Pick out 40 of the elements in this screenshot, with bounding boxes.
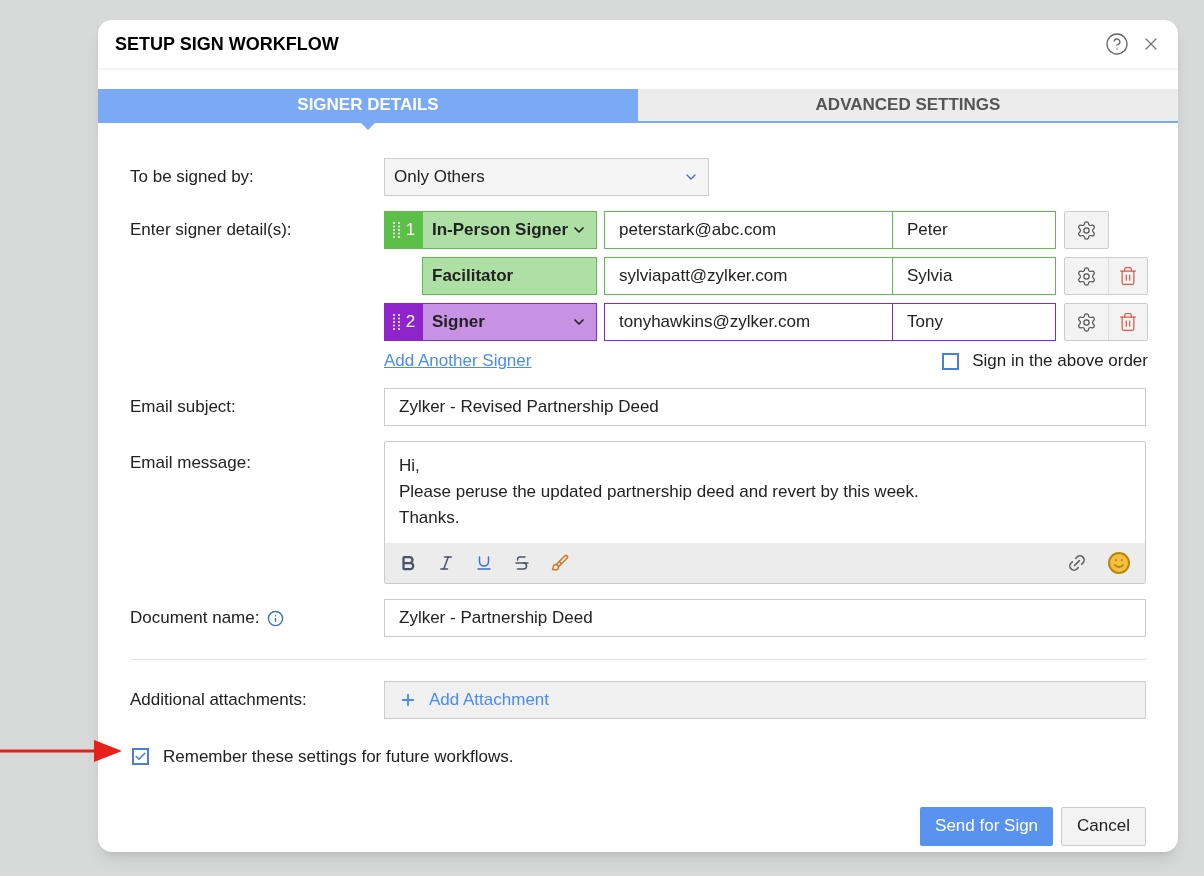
plus-icon (399, 691, 417, 709)
field-label: To be signed by: (130, 166, 254, 189)
field-label: Document name: (130, 607, 260, 630)
document-name-field[interactable]: Zylker - Partnership Deed (384, 599, 1146, 637)
settings-icon (1076, 311, 1097, 333)
field-label: Email subject: (130, 396, 236, 419)
strikethrough-icon[interactable] (513, 554, 531, 572)
italic-icon[interactable] (437, 554, 455, 572)
tab[interactable]: ADVANCED SETTINGS (638, 89, 1178, 121)
message-line: Thanks. (399, 507, 461, 529)
help-icon[interactable] (1105, 32, 1129, 56)
settings-icon (1076, 265, 1097, 287)
info-icon[interactable] (267, 609, 285, 627)
trash-icon (1118, 266, 1138, 286)
brush-icon[interactable] (551, 554, 569, 572)
role-dropdown[interactable]: 1 In-Person Signer (384, 211, 597, 249)
dialog-title: SETUP SIGN WORKFLOW (115, 32, 339, 56)
checkbox-label: Remember these settings for future workflows. (163, 746, 514, 768)
field-label: Email message: (130, 453, 251, 472)
subject-field[interactable]: Zylker - Revised Partnership Deed (384, 388, 1146, 426)
signer-number[interactable]: 2 (385, 304, 423, 340)
message-line: Please peruse the updated partnership deed and revert by this week. (399, 481, 920, 503)
checkbox-label: Sign in the above order (972, 350, 1148, 373)
checkbox[interactable] (132, 748, 149, 766)
role-label: Facilitator (422, 257, 597, 295)
drag-handle-icon[interactable] (392, 222, 400, 238)
field-label: Enter signer detail(s): (130, 219, 292, 242)
bold-icon[interactable] (399, 554, 417, 572)
checkbox[interactable] (942, 352, 960, 370)
cancel-button[interactable]: Cancel (1061, 806, 1146, 846)
drag-handle-icon[interactable] (392, 314, 400, 330)
emoji-icon[interactable] (1107, 551, 1131, 575)
settings-icon (1076, 219, 1097, 241)
underline-icon[interactable] (475, 554, 493, 572)
trash-icon (1118, 312, 1138, 332)
field-label: Additional attachments: (130, 689, 307, 712)
message-line: Hi, (399, 455, 421, 477)
message-editor[interactable]: Hi, Please peruse the updated partnership deed and revert by this week. Thanks. (384, 441, 1146, 584)
signer-type-dropdown[interactable]: Only Others (384, 158, 709, 196)
role-dropdown[interactable]: 2 Signer (384, 303, 597, 341)
